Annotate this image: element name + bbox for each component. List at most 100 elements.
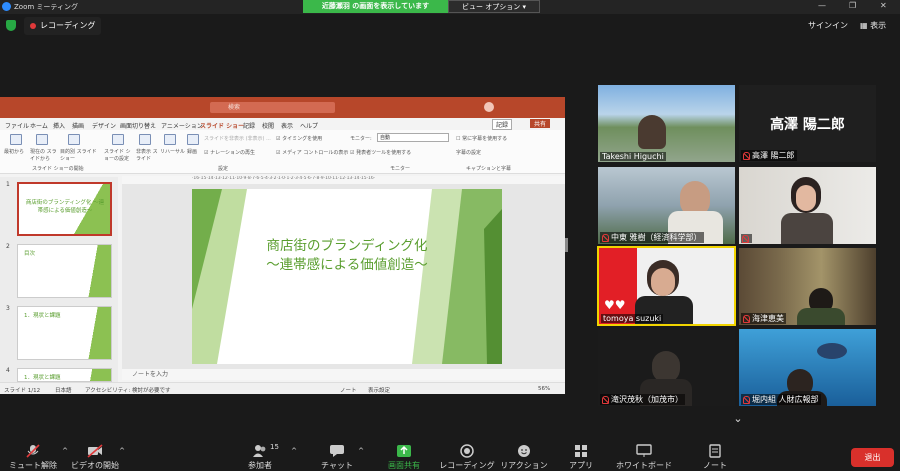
display-settings[interactable]: 表示設定 bbox=[368, 386, 390, 394]
heart-icon: ♥♥ bbox=[604, 298, 626, 312]
media-controls-checkbox[interactable]: ☑ メディア コントロールの表示 bbox=[276, 149, 348, 156]
video-tile[interactable]: 堀内組 人財広報部 bbox=[739, 329, 876, 406]
custom-show-button[interactable]: 目的別 スライド ショー bbox=[60, 148, 98, 162]
current-slide[interactable]: 商店街のブランディング化 ～連帯感による価値創造～ bbox=[192, 189, 502, 364]
hide-slide-icon[interactable] bbox=[139, 134, 151, 145]
screen-share-banner: 近藤瀬羽 の画面を表示しています bbox=[303, 0, 448, 13]
ppt-avatar-icon[interactable] bbox=[484, 102, 494, 112]
ppt-titlebar: 検索 bbox=[0, 97, 565, 118]
participant-name-label: 海津恵美 bbox=[741, 313, 786, 324]
notes-button[interactable]: ノート bbox=[675, 438, 755, 471]
monitor-select[interactable]: 自動 bbox=[377, 133, 449, 142]
view-options-button[interactable]: ビュー オプション ▾ bbox=[448, 0, 540, 13]
menu-file[interactable]: ファイル bbox=[5, 121, 29, 130]
thumb-number: 2 bbox=[6, 243, 10, 250]
apps-icon bbox=[575, 445, 587, 457]
slide-thumbnail[interactable]: 1．現状と課題 bbox=[17, 306, 112, 360]
ppt-record-button[interactable]: 記録 bbox=[492, 119, 513, 130]
notes-toggle[interactable]: ノート bbox=[340, 386, 357, 394]
from-beginning-icon[interactable] bbox=[10, 134, 22, 145]
zoom-level[interactable]: 56% bbox=[538, 386, 550, 392]
hide-slide-button[interactable]: 非表示 スライド bbox=[136, 148, 160, 162]
microphone-muted-icon bbox=[26, 444, 40, 458]
menu-home[interactable]: ホーム bbox=[30, 121, 48, 130]
ppt-menu-bar: ファイル ホーム 挿入 描画 デザイン 画面切り替え アニメーション スライド … bbox=[0, 118, 565, 131]
menu-design[interactable]: デザイン bbox=[92, 121, 116, 130]
current-slide-button[interactable]: 現在の スライドから bbox=[30, 148, 58, 162]
current-slide-icon[interactable] bbox=[36, 134, 48, 145]
participant-body bbox=[781, 213, 833, 244]
rehearse-icon[interactable] bbox=[164, 134, 176, 145]
signin-button[interactable]: サインイン bbox=[808, 20, 848, 31]
slide-thumbnail[interactable]: 目次 bbox=[17, 244, 112, 298]
participant-name: Takeshi Higuchi bbox=[600, 152, 666, 161]
accessibility-status[interactable]: アクセシビリティ: 検討が必要です bbox=[85, 386, 171, 394]
presenter-view-checkbox[interactable]: ☑ 発表者ツールを使用する bbox=[350, 149, 411, 156]
menu-draw[interactable]: 描画 bbox=[72, 121, 84, 130]
video-tile[interactable]: 中東 雅樹（経済科学部） bbox=[598, 167, 735, 244]
minimize-button[interactable]: — bbox=[818, 1, 826, 10]
always-captions-checkbox[interactable]: ☐ 常に字幕を使用する bbox=[456, 135, 507, 142]
video-off-icon bbox=[87, 444, 103, 458]
use-timings-checkbox[interactable]: ☑ タイミングを使用 bbox=[276, 135, 322, 142]
slide-thumbnail-pane[interactable]: 1 商店街のブランディング化 ～連帯感による価値創造～ 2 目次 3 1．現状と… bbox=[0, 177, 118, 382]
menu-transitions[interactable]: 画面切り替え bbox=[120, 121, 156, 130]
chat-icon bbox=[330, 445, 344, 457]
gallery-next-page-button[interactable]: ⌄ bbox=[725, 412, 751, 430]
view-button[interactable]: ▦ 表示 bbox=[860, 20, 886, 31]
use-timings-label: タイミングを使用 bbox=[282, 136, 323, 142]
close-button[interactable]: ✕ bbox=[880, 1, 887, 10]
leave-button[interactable]: 退出 bbox=[851, 448, 894, 467]
video-tile[interactable] bbox=[739, 167, 876, 244]
slide-thumbnail[interactable]: 商店街のブランディング化 ～連帯感による価値創造～ bbox=[17, 182, 112, 236]
start-video-label: ビデオの開始 bbox=[71, 461, 119, 470]
record-slide-button[interactable]: 録画 bbox=[187, 148, 197, 155]
ppt-search-box[interactable]: 検索 bbox=[210, 102, 335, 113]
notes-pane[interactable]: ノートを入力 bbox=[122, 369, 565, 380]
whiteboard-icon bbox=[636, 444, 652, 457]
presenter-view-label: 発表者ツールを使用する bbox=[356, 150, 412, 156]
participants-icon bbox=[253, 445, 266, 457]
mic-muted-icon bbox=[602, 233, 609, 242]
participants-label: 参加者 bbox=[248, 461, 272, 470]
menu-record[interactable]: 記録 bbox=[243, 121, 255, 130]
custom-show-icon[interactable] bbox=[68, 134, 80, 145]
split-drag-handle[interactable] bbox=[565, 238, 568, 252]
video-tile[interactable]: 滝沢茂秋（加茂市） bbox=[598, 329, 735, 406]
setup-show-icon[interactable] bbox=[112, 134, 124, 145]
recording-indicator[interactable]: レコーディング bbox=[24, 17, 102, 35]
group-start-slideshow: スライド ショーの開始 bbox=[32, 166, 84, 172]
record-slide-icon[interactable] bbox=[187, 134, 199, 145]
participant-face bbox=[651, 268, 675, 296]
active-speaker-tile[interactable]: ♥♥ tomoya suzuki bbox=[597, 246, 736, 326]
from-beginning-button[interactable]: 最初から bbox=[4, 148, 30, 155]
background-logo bbox=[695, 254, 733, 274]
slide-thumbnail[interactable]: 1．現状と課題 bbox=[17, 368, 112, 382]
video-tile[interactable]: 高澤 陽二郎 高澤 陽二郎 bbox=[739, 85, 876, 162]
menu-insert[interactable]: 挿入 bbox=[53, 121, 65, 130]
restore-button[interactable]: ❐ bbox=[849, 1, 856, 10]
menu-animations[interactable]: アニメーション bbox=[161, 121, 203, 130]
thumb-title: 1．現状と課題 bbox=[24, 375, 61, 381]
caption-settings-button[interactable]: 字幕の設定 bbox=[456, 149, 481, 156]
whiteboard-button[interactable]: ホワイトボード bbox=[604, 438, 684, 471]
menu-view[interactable]: 表示 bbox=[281, 121, 293, 130]
ppt-ribbon: 最初から 現在の スライドから 目的別 スライド ショー スライド ショーの設定… bbox=[0, 130, 565, 174]
notes-icon bbox=[709, 444, 721, 458]
play-narration-checkbox[interactable]: ☑ ナレーションの再生 bbox=[204, 149, 255, 156]
mic-muted-icon bbox=[602, 395, 609, 404]
hide-slide-checkbox[interactable]: スライドを非表示 (非表示) ... bbox=[204, 135, 271, 142]
mic-muted-icon bbox=[743, 395, 750, 404]
thumb-title: 商店街のブランディング化 ～連帯感による価値創造～ bbox=[25, 200, 105, 214]
recording-label: レコーディング bbox=[40, 21, 96, 30]
rehearse-button[interactable]: リハーサル bbox=[160, 148, 185, 155]
media-controls-label: メディア コントロールの表示 bbox=[282, 150, 349, 156]
ppt-share-button[interactable]: 共有 bbox=[530, 119, 551, 128]
menu-review[interactable]: 校閲 bbox=[262, 121, 274, 130]
setup-show-button[interactable]: スライド ショーの設定 bbox=[104, 148, 134, 162]
security-shield-icon[interactable] bbox=[6, 20, 16, 31]
video-tile[interactable]: Takeshi Higuchi bbox=[598, 85, 735, 162]
menu-help[interactable]: ヘルプ bbox=[300, 121, 318, 130]
video-tile[interactable]: 海津恵美 bbox=[739, 248, 876, 325]
video-options-caret[interactable]: ^ bbox=[115, 447, 129, 455]
